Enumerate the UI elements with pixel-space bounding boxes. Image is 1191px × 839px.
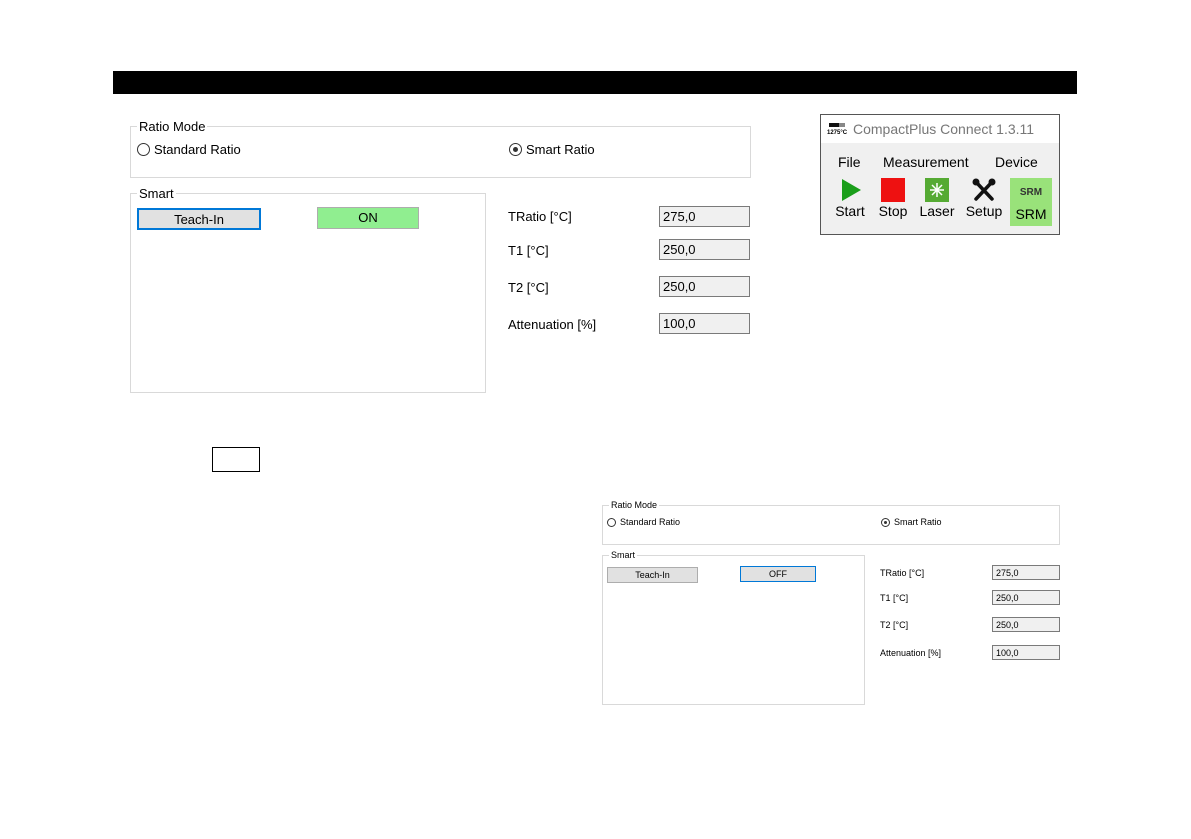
- empty-box: [212, 447, 260, 472]
- radio-circle-icon: [607, 517, 616, 527]
- t2-field[interactable]: 250,0: [659, 276, 750, 297]
- srm-icon: SRM: [1018, 180, 1044, 206]
- smart-state-button[interactable]: OFF: [740, 566, 816, 582]
- attenuation-field[interactable]: 100,0: [992, 645, 1060, 660]
- tratio-label: TRatio [°C]: [880, 568, 925, 578]
- radio-circle-icon: [137, 143, 150, 156]
- attenuation-label: Attenuation [%]: [508, 317, 597, 332]
- srm-label: SRM: [1015, 206, 1047, 222]
- header-bar: [113, 71, 1077, 94]
- standard-ratio-label: Standard Ratio: [154, 142, 241, 157]
- standard-ratio-label: Standard Ratio: [620, 517, 681, 527]
- attenuation-label: Attenuation [%]: [880, 648, 942, 658]
- standard-ratio-radio[interactable]: Standard Ratio: [607, 517, 680, 527]
- start-button[interactable]: Start: [832, 177, 868, 219]
- smart-ratio-label: Smart Ratio: [526, 142, 595, 157]
- app-title: CompactPlus Connect 1.3.11: [853, 121, 1035, 137]
- tools-icon: [971, 177, 997, 203]
- stop-button[interactable]: Stop: [875, 177, 911, 219]
- smart-ratio-radio[interactable]: Smart Ratio: [881, 517, 942, 527]
- stop-label: Stop: [878, 203, 908, 219]
- tratio-field[interactable]: 275,0: [659, 206, 750, 227]
- laser-label: Laser: [919, 203, 955, 219]
- logo-text: 1275°C: [827, 130, 848, 136]
- radio-selected-icon: [881, 517, 890, 527]
- srm-button[interactable]: SRM SRM: [1010, 178, 1052, 226]
- smart-state-button[interactable]: ON: [317, 207, 419, 229]
- ratio-mode-legend: Ratio Mode: [139, 119, 206, 134]
- tratio-field[interactable]: 275,0: [992, 565, 1060, 580]
- attenuation-field[interactable]: 100,0: [659, 313, 750, 334]
- smart-legend: Smart: [139, 186, 174, 201]
- teach-in-button[interactable]: Teach-In: [607, 567, 698, 583]
- setup-label: Setup: [965, 203, 1003, 219]
- t2-label: T2 [°C]: [880, 620, 909, 630]
- laser-icon: [924, 177, 950, 203]
- stop-icon: [880, 177, 906, 203]
- app-logo: 1275°C: [827, 121, 849, 137]
- t1-field[interactable]: 250,0: [992, 590, 1060, 605]
- app-toolbar-window: 1275°C CompactPlus Connect 1.3.11 File M…: [820, 114, 1060, 235]
- t2-field[interactable]: 250,0: [992, 617, 1060, 632]
- smart-ratio-radio[interactable]: Smart Ratio: [509, 142, 595, 157]
- t2-label: T2 [°C]: [508, 280, 549, 295]
- tratio-label: TRatio [°C]: [508, 209, 572, 224]
- setup-button[interactable]: Setup: [963, 177, 1005, 219]
- radio-selected-icon: [509, 143, 522, 156]
- laser-button[interactable]: Laser: [917, 177, 957, 219]
- start-label: Start: [835, 203, 865, 219]
- teach-in-button[interactable]: Teach-In: [137, 208, 261, 230]
- t1-label: T1 [°C]: [880, 593, 909, 603]
- srm-icon-text: SRM: [1019, 187, 1043, 198]
- t1-field[interactable]: 250,0: [659, 239, 750, 260]
- smart-ratio-label: Smart Ratio: [894, 517, 942, 527]
- ratio-mode-legend: Ratio Mode: [611, 500, 658, 510]
- menu-file[interactable]: File: [838, 154, 861, 170]
- menu-measurement[interactable]: Measurement: [883, 154, 969, 170]
- t1-label: T1 [°C]: [508, 243, 549, 258]
- menu-device[interactable]: Device: [995, 154, 1038, 170]
- smart-legend: Smart: [611, 550, 636, 560]
- app-title-bar: 1275°C CompactPlus Connect 1.3.11: [821, 115, 1059, 143]
- play-icon: [837, 177, 863, 203]
- standard-ratio-radio[interactable]: Standard Ratio: [137, 142, 241, 157]
